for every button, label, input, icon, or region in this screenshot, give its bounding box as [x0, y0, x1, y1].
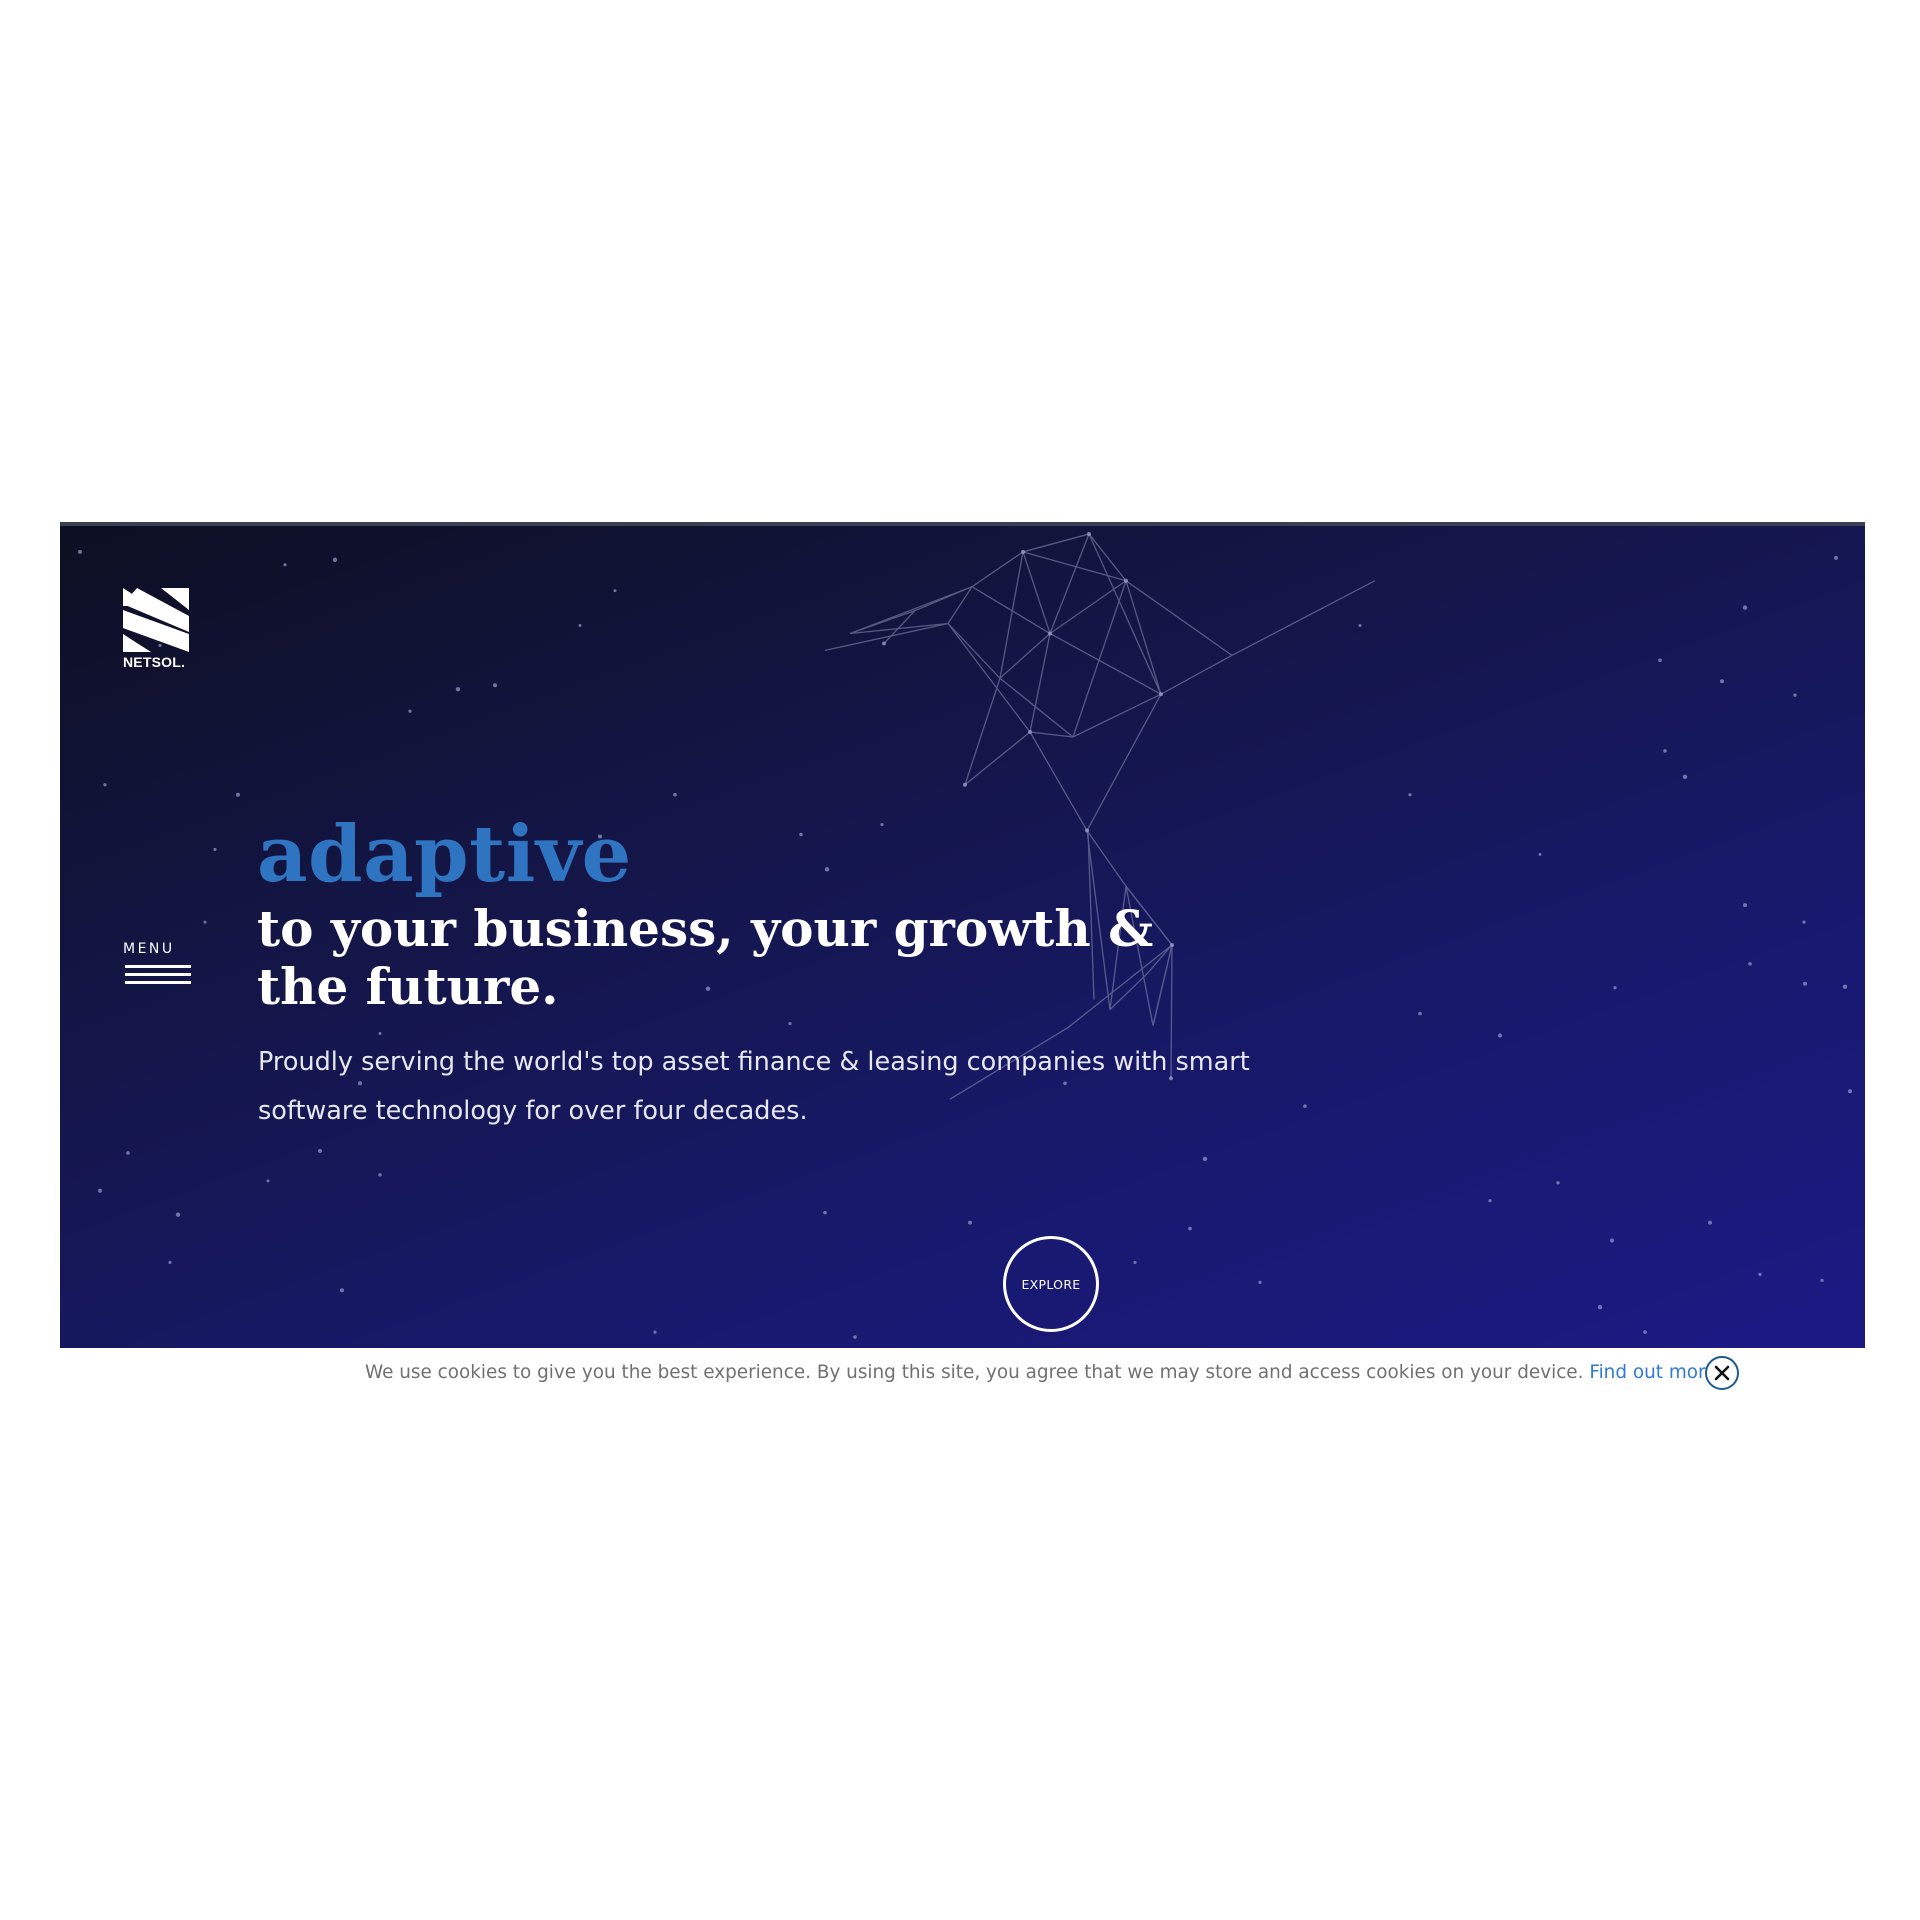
logo-wordmark: NETSOL. — [123, 654, 186, 670]
page: NETSOL. MENU adaptive to your business, … — [0, 0, 1920, 1920]
find-out-more-link[interactable]: Find out more — [1589, 1362, 1716, 1383]
headline-title: to your business, your growth & the futu… — [257, 899, 1154, 1016]
headline-accent-word: adaptive — [257, 809, 632, 900]
cookie-banner: We use cookies to give you the best expe… — [60, 1348, 1865, 1400]
menu-button[interactable]: MENU — [123, 941, 193, 1001]
netsol-s-logo-icon — [123, 588, 189, 652]
close-circle-icon — [1714, 1365, 1730, 1381]
menu-label: MENU — [123, 941, 175, 957]
cookie-message: We use cookies to give you the best expe… — [365, 1362, 1584, 1383]
hero-banner: NETSOL. MENU adaptive to your business, … — [60, 522, 1865, 1348]
netsol-logo[interactable]: NETSOL. — [123, 588, 193, 676]
cookie-close-button[interactable] — [1705, 1356, 1739, 1390]
explore-button[interactable]: EXPLORE — [1003, 1236, 1099, 1332]
cookie-message-line: We use cookies to give you the best expe… — [365, 1362, 1716, 1383]
hero-headline: adaptive to your business, your growth &… — [257, 816, 1357, 1016]
hamburger-icon — [125, 965, 191, 987]
hero-subtitle: Proudly serving the world's top asset fi… — [258, 1047, 1250, 1126]
